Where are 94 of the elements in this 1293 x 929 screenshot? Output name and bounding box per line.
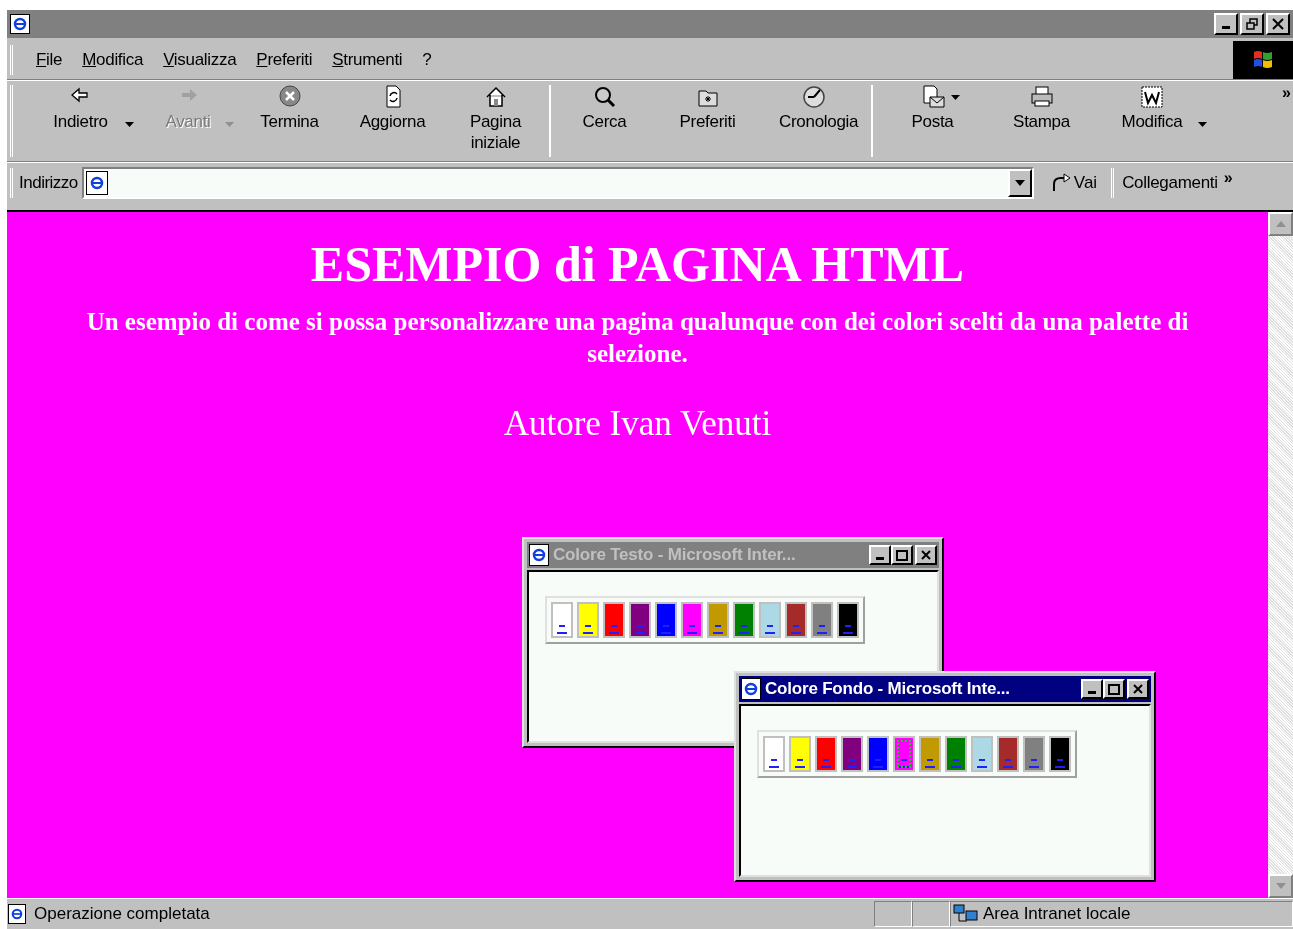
minimize-button[interactable]: [1214, 13, 1238, 35]
color-swatch[interactable]: [1023, 736, 1045, 772]
menu-item[interactable]: ?: [413, 46, 441, 73]
caret-icon: [125, 122, 134, 127]
status-text: Operazione completata: [34, 903, 211, 926]
status-panel: [874, 901, 912, 927]
dropdown-button[interactable]: [1007, 168, 1032, 197]
popup-title: Colore Testo - Microsoft Inter...: [553, 544, 797, 567]
address-label: Indirizzo: [19, 171, 78, 194]
network-icon: [953, 903, 979, 925]
toolbar-button[interactable]: Preferiti: [656, 85, 759, 132]
close-button[interactable]: [1127, 679, 1149, 699]
color-swatch[interactable]: [763, 736, 785, 772]
toolbar-button[interactable]: Posta: [875, 85, 990, 132]
toolbar-button[interactable]: Aggiorna: [341, 85, 444, 132]
search-icon: [592, 85, 617, 109]
color-swatch[interactable]: [733, 602, 755, 638]
page-subtitle: Un esempio di come si possa personalizzare una pagina qualunque con dei colori scelti da una palette di selezione.: [85, 307, 1190, 369]
maximize-button[interactable]: [1103, 679, 1125, 699]
color-swatch[interactable]: [655, 602, 677, 638]
menu-item[interactable]: File: [27, 46, 72, 73]
color-swatch[interactable]: [867, 736, 889, 772]
minimize-icon: [1088, 691, 1096, 694]
close-button[interactable]: [915, 545, 937, 565]
color-swatch[interactable]: [837, 602, 859, 638]
caret-icon: [951, 95, 960, 100]
maximize-button[interactable]: [891, 545, 913, 565]
toolbar-button[interactable]: Termina: [238, 85, 341, 132]
browser-logo-icon: [529, 544, 549, 566]
color-swatch[interactable]: [1049, 736, 1071, 772]
close-icon: [1133, 684, 1143, 694]
color-swatch[interactable]: [841, 736, 863, 772]
color-swatch[interactable]: [815, 736, 837, 772]
menu-item[interactable]: Preferiti: [247, 46, 322, 73]
page-icon: [85, 170, 108, 195]
color-swatch[interactable]: [785, 602, 807, 638]
menu-item[interactable]: Strumenti: [323, 46, 412, 73]
page-heading: ESEMPIO di PAGINA HTML: [310, 235, 965, 294]
restore-button[interactable]: [1240, 13, 1264, 35]
caret-icon: [225, 122, 234, 127]
maximize-icon: [1108, 683, 1120, 695]
toolbar-button[interactable]: Cronologia: [759, 85, 869, 132]
links-label[interactable]: Collegamenti: [1122, 169, 1218, 196]
zone-text: Area Intranet locale: [983, 903, 1131, 926]
color-swatch[interactable]: [707, 602, 729, 638]
color-swatch[interactable]: [577, 602, 599, 638]
close-button[interactable]: [1266, 13, 1290, 35]
color-swatch[interactable]: [997, 736, 1019, 772]
close-icon: [921, 550, 931, 560]
mail-icon: [920, 85, 945, 109]
color-swatch[interactable]: [893, 736, 915, 772]
toolbar-button[interactable]: Pagina iniziale: [444, 85, 547, 153]
minimize-icon: [876, 557, 884, 560]
color-swatch[interactable]: [945, 736, 967, 772]
browser-logo-icon: [741, 678, 761, 700]
stop-icon: [277, 85, 302, 109]
color-swatch[interactable]: [629, 602, 651, 638]
toolbar-button[interactable]: Modifica: [1093, 85, 1211, 132]
maximize-icon: [896, 549, 908, 561]
color-swatch[interactable]: [681, 602, 703, 638]
author-text: Autore Ivan Venuti: [503, 403, 772, 445]
caret-icon: [1014, 179, 1025, 186]
minimize-icon: [1222, 26, 1230, 29]
color-swatch[interactable]: [811, 602, 833, 638]
color-swatch[interactable]: [919, 736, 941, 772]
scrollbar[interactable]: [1268, 212, 1293, 898]
printer-icon: [1029, 85, 1054, 109]
color-swatch[interactable]: [603, 602, 625, 638]
up-arrow-icon: [1275, 221, 1286, 227]
color-swatch[interactable]: [789, 736, 811, 772]
color-swatch[interactable]: [971, 736, 993, 772]
restore-icon: [1246, 18, 1258, 30]
toolbar-button[interactable]: Indietro: [23, 85, 138, 132]
menu-item[interactable]: Modifica: [73, 46, 153, 73]
clock-icon: [802, 85, 826, 109]
minimize-button[interactable]: [869, 545, 891, 565]
go-button[interactable]: Vai: [1073, 169, 1098, 196]
close-icon: [1272, 18, 1284, 30]
color-swatch[interactable]: [551, 602, 573, 638]
toolbar-button[interactable]: Stampa: [990, 85, 1093, 132]
address-field[interactable]: [81, 166, 1034, 199]
menu-item[interactable]: Visualizza: [154, 46, 246, 73]
word-document-icon: [1140, 85, 1164, 109]
scroll-down-button[interactable]: [1268, 874, 1293, 898]
toolbar-button[interactable]: Cerca: [553, 85, 656, 132]
down-arrow-icon: [1275, 883, 1286, 889]
more-chevron[interactable]: »: [1223, 165, 1233, 190]
popup-title: Colore Fondo - Microsoft Inte...: [765, 678, 1011, 701]
browser-logo-icon: [10, 14, 30, 34]
color-swatch[interactable]: [759, 602, 781, 638]
minimize-button[interactable]: [1081, 679, 1103, 699]
more-chevron[interactable]: »: [1282, 81, 1291, 105]
scroll-up-button[interactable]: [1268, 212, 1293, 236]
caret-icon: [1198, 122, 1207, 127]
